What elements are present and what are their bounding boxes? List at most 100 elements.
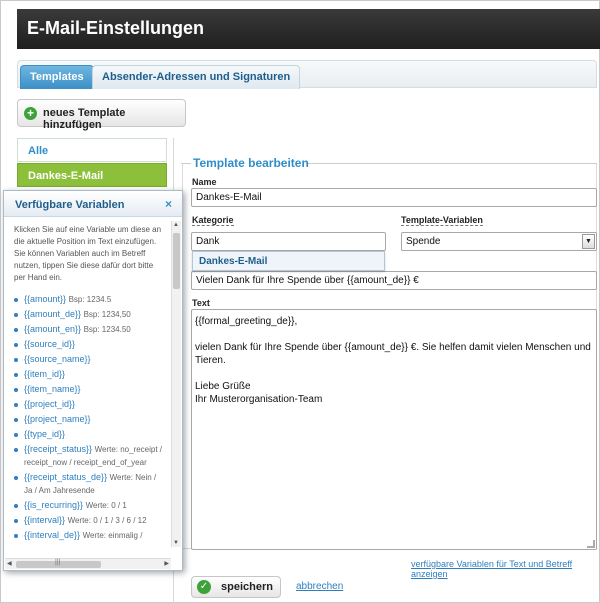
betreff-input[interactable]: Vielen Dank für Ihre Spende über {{amoun… (191, 271, 597, 290)
name-input[interactable]: Dankes-E-Mail (191, 188, 597, 207)
text-body-textarea[interactable]: {{formal_greeting_de}}, vielen Dank für … (191, 309, 597, 550)
add-template-button[interactable]: + neues Template hinzufügen (17, 99, 186, 131)
name-label: Name (192, 177, 217, 187)
save-button[interactable]: ✓ speichern (191, 576, 281, 598)
variable-item: {{amount}} Bsp: 1234.5 (14, 293, 164, 306)
template-variables-label: Template-Variablen (401, 215, 483, 226)
variable-link[interactable]: {{interval}} (24, 515, 65, 525)
variables-popup: Verfügbare Variablen × Klicken Sie auf e… (3, 190, 183, 571)
text-line: Ihr Musterorganisation-Team (195, 394, 323, 405)
variable-link[interactable]: {{receipt_status_de}} (24, 472, 107, 482)
add-template-label: neues Template hinzufügen (43, 107, 126, 131)
variable-link[interactable]: {{source_id}} (24, 339, 75, 349)
scroll-right-icon[interactable]: ▶ (164, 560, 169, 567)
tab-bar: Templates Absender-Adressen und Signatur… (17, 60, 597, 89)
variable-note: Bsp: 1234.5 (68, 295, 112, 304)
section-rule (181, 163, 191, 164)
variable-item: {{amount_de}} Bsp: 1234,50 (14, 308, 164, 321)
bullet-icon (14, 358, 18, 362)
sidebar-item-alle[interactable]: Alle (17, 138, 167, 162)
variable-link[interactable]: {{receipt_status}} (24, 444, 92, 454)
variable-item: {{interval}} Werte: 0 / 1 / 3 / 6 / 12 (14, 514, 164, 527)
variable-link[interactable]: {{item_id}} (24, 369, 65, 379)
variable-item: {{is_recurring}} Werte: 0 / 1 (14, 499, 164, 512)
variable-item: {{item_name}} (14, 383, 164, 396)
variable-note: Werte: 0 / 1 / 3 / 6 / 12 (67, 516, 147, 525)
section-title: Template bearbeiten (193, 156, 309, 170)
variable-item: {{item_id}} (14, 368, 164, 381)
variable-link[interactable]: {{project_name}} (24, 414, 91, 424)
bullet-icon (14, 433, 18, 437)
scroll-up-icon[interactable]: ▲ (173, 222, 179, 228)
section-rule (306, 163, 597, 164)
popup-title: Verfügbare Variablen (15, 199, 125, 211)
variable-link[interactable]: {{type_id}} (24, 429, 65, 439)
template-variables-value: Spende (406, 236, 441, 247)
vertical-scrollbar[interactable]: ▲ ▼ (171, 221, 181, 547)
tab-templates[interactable]: Templates (20, 65, 94, 89)
variable-item: {{project_name}} (14, 413, 164, 426)
variable-item: {{source_id}} (14, 338, 164, 351)
variable-item: {{project_id}} (14, 398, 164, 411)
variable-note: Werte: 0 / 1 (85, 501, 127, 510)
tab-sender-addresses[interactable]: Absender-Adressen und Signaturen (92, 65, 301, 89)
bullet-icon (14, 476, 18, 480)
save-label: speichern (221, 581, 273, 593)
variable-list: {{amount}} Bsp: 1234.5 {{amount_de}} Bsp:… (14, 293, 164, 542)
popup-body: Klicken Sie auf eine Variable um diese a… (4, 218, 170, 558)
bullet-icon (14, 519, 18, 523)
scroll-down-icon[interactable]: ▼ (173, 540, 179, 546)
variable-link[interactable]: {{item_name}} (24, 384, 81, 394)
text-line: Liebe Grüße (195, 381, 251, 392)
app-window: E-Mail-Einstellungen Templates Absender-… (0, 0, 600, 603)
sidebar-item-dankes-e-mail[interactable]: Dankes-E-Mail (17, 163, 167, 187)
variable-link[interactable]: {{is_recurring}} (24, 500, 83, 510)
bullet-icon (14, 448, 18, 452)
show-variables-link[interactable]: verfügbare Variablen für Text und Betref… (411, 559, 599, 579)
variable-link[interactable]: {{interval_de}} (24, 530, 80, 540)
template-category-list: Alle Dankes-E-Mail (17, 138, 167, 188)
chevron-down-icon[interactable]: ▼ (582, 234, 595, 249)
kategorie-input[interactable]: Dank (191, 232, 386, 251)
kategorie-autocomplete-option[interactable]: Dankes-E-Mail (192, 251, 385, 271)
variable-item: {{interval_de}} Werte: einmalig / (14, 529, 164, 542)
variable-link[interactable]: {{amount_de}} (24, 309, 81, 319)
popup-intro-text: Klicken Sie auf eine Variable um diese a… (14, 225, 162, 282)
popup-header: Verfügbare Variablen × (4, 191, 182, 217)
variable-link[interactable]: {{amount}} (24, 294, 66, 304)
variable-item: {{type_id}} (14, 428, 164, 441)
close-icon[interactable]: × (165, 197, 172, 211)
bullet-icon (14, 343, 18, 347)
variable-link[interactable]: {{source_name}} (24, 354, 91, 364)
kategorie-label: Kategorie (192, 215, 234, 226)
text-label: Text (192, 298, 210, 308)
variable-note: Bsp: 1234,50 (83, 310, 131, 319)
variable-item: {{amount_en}} Bsp: 1234.50 (14, 323, 164, 336)
grip-icon: ||| (55, 559, 61, 566)
plus-circle-icon: + (24, 107, 37, 120)
variable-link[interactable]: {{project_id}} (24, 399, 75, 409)
template-variables-select[interactable]: Spende ▼ (401, 232, 597, 251)
variable-link[interactable]: {{amount_en}} (24, 324, 81, 334)
bullet-icon (14, 504, 18, 508)
resize-grip-icon[interactable] (587, 540, 595, 548)
variable-item: {{source_name}} (14, 353, 164, 366)
horizontal-scrollbar[interactable]: ◀ ||| ▶ (5, 558, 171, 569)
cancel-link[interactable]: abbrechen (296, 581, 343, 592)
header-bar: E-Mail-Einstellungen (17, 9, 600, 49)
scroll-left-icon[interactable]: ◀ (7, 560, 12, 567)
bullet-icon (14, 313, 18, 317)
checkmark-icon: ✓ (197, 580, 211, 594)
text-line: {{formal_greeting_de}}, (195, 316, 298, 327)
bullet-icon (14, 328, 18, 332)
variable-note: Bsp: 1234.50 (83, 325, 131, 334)
text-line: vielen Dank für Ihre Spende über {{amoun… (195, 342, 591, 366)
scrollbar-thumb[interactable] (173, 233, 180, 289)
bullet-icon (14, 298, 18, 302)
bullet-icon (14, 388, 18, 392)
bullet-icon (14, 403, 18, 407)
variable-note: Werte: einmalig / (82, 531, 143, 540)
variable-item: {{receipt_status_de}} Werte: Nein / Ja /… (14, 471, 164, 497)
variable-item: {{receipt_status}} Werte: no_receipt / r… (14, 443, 164, 469)
bullet-icon (14, 373, 18, 377)
